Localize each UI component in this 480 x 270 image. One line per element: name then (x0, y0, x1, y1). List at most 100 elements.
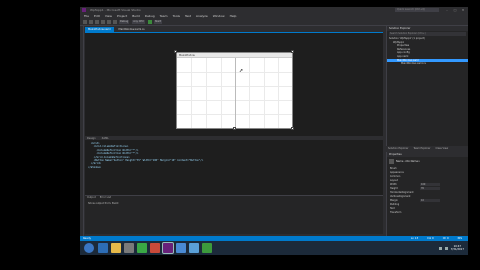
resize-handle[interactable] (233, 127, 236, 130)
file-explorer-icon[interactable] (111, 243, 121, 253)
property-key: Common (390, 174, 401, 178)
menu-team[interactable]: Team (160, 14, 168, 18)
taskbar: 10:47 7/31/2017 (80, 241, 468, 255)
save-icon[interactable] (107, 19, 111, 24)
system-tray: 10:47 7/31/2017 (438, 245, 468, 251)
chrome-icon[interactable] (137, 243, 147, 253)
tab-output[interactable]: Output (87, 196, 96, 200)
xaml-editor[interactable]: <Grid> <Grid.ColumnDefinitions> <ColumnD… (85, 140, 383, 195)
solution-tree: Solution 'WpfApp1' (1 project) WpfApp1 Pro… (387, 37, 468, 66)
menu-project[interactable]: Project (117, 14, 127, 18)
visual-studio-task-icon[interactable] (162, 242, 174, 254)
grid-line (249, 58, 250, 128)
property-key: Width (390, 182, 397, 186)
resize-handle[interactable] (291, 127, 294, 130)
menu-file[interactable]: File (84, 14, 89, 18)
back-icon[interactable] (83, 19, 87, 24)
element-type-icon (389, 159, 394, 164)
property-key: HorizontalAlignment (390, 190, 414, 194)
ie-icon[interactable] (98, 243, 108, 253)
grid-line (278, 58, 279, 128)
solution-explorer: Solution Explorer Search Solution Explor… (386, 26, 468, 146)
network-icon[interactable] (438, 246, 442, 250)
menu-analyze[interactable]: Analyze (196, 14, 208, 18)
menu-tools[interactable]: Tools (173, 14, 180, 18)
menu-view[interactable]: View (105, 14, 112, 18)
property-key: VerticalAlignment (390, 194, 411, 198)
window-title: WpfApp1 - Microsoft Visual Studio (90, 8, 141, 12)
forward-icon[interactable] (89, 19, 93, 24)
property-key: Transform (390, 210, 402, 214)
explorer-tabs: Solution Explorer Team Explorer Class Vi… (386, 146, 468, 151)
media-icon[interactable] (124, 243, 134, 253)
tab-solution-explorer[interactable]: Solution Explorer (386, 146, 408, 151)
clock[interactable]: 10:47 7/31/2017 (451, 245, 464, 251)
layout-grid[interactable] (177, 58, 292, 128)
menu-build[interactable]: Build (132, 14, 140, 18)
properties-name-value[interactable]: <No Name> (404, 160, 420, 163)
menu-edit[interactable]: Edit (94, 14, 100, 18)
property-key: Appearance (390, 170, 404, 174)
volume-icon[interactable] (444, 246, 448, 250)
property-list: Brush Appearance Common Layout Width 100 Heigh… (387, 166, 468, 214)
tab-class-view[interactable]: Class View (433, 146, 448, 151)
output-source[interactable]: Show output from: Build (85, 202, 383, 205)
properties-name-label: Name (396, 160, 404, 163)
clock-date: 7/31/2017 (450, 248, 464, 251)
start-button-icon[interactable] (84, 243, 94, 253)
resize-handle[interactable] (291, 50, 294, 53)
app-icon[interactable] (202, 243, 212, 253)
menu-window[interactable]: Window (213, 14, 225, 18)
app-icon[interactable] (150, 243, 160, 253)
visual-studio-icon (82, 8, 86, 12)
solution-item[interactable]: MainWindow.xaml.cs (387, 62, 468, 66)
design-surface[interactable]: MainWindow ➚ (85, 32, 383, 136)
platform-dropdown[interactable]: Any CPU (132, 19, 145, 24)
property-key: Height (390, 186, 398, 190)
status-ins: INS (457, 237, 462, 240)
desktop-screen: WpfApp1 - Microsoft Visual Studio Quick … (80, 7, 468, 255)
solution-explorer-title: Solution Explorer (387, 26, 468, 31)
grid-line (206, 58, 207, 128)
menu-test[interactable]: Test (185, 14, 191, 18)
open-icon[interactable] (101, 19, 105, 24)
column-splitter[interactable] (235, 58, 236, 128)
property-value[interactable]: 35 (420, 186, 440, 190)
toolbar: Debug Any CPU Start (80, 18, 468, 26)
tab-error-list[interactable]: Error List (100, 196, 111, 200)
status-line: Ln 13 (410, 237, 419, 240)
grid-line (191, 58, 192, 128)
designer-window[interactable]: MainWindow (176, 52, 293, 129)
property-key: Layout (390, 178, 398, 182)
quick-launch-input[interactable]: Quick Launch (Ctrl+Q) (395, 8, 439, 12)
grid-line (264, 58, 265, 128)
status-col: Col 9 (427, 237, 434, 240)
mouse-cursor-icon: ➚ (239, 68, 244, 74)
property-value[interactable]: 100 (420, 182, 440, 186)
app-icon[interactable] (189, 243, 199, 253)
start-button[interactable]: Start (153, 19, 162, 24)
property-value[interactable]: 10 (420, 198, 440, 202)
output-panel: Output Error List Show output from: Buil… (85, 195, 383, 234)
app-icon[interactable] (176, 243, 186, 253)
property-row[interactable]: Transform (387, 210, 468, 214)
property-key: Margin (390, 198, 398, 202)
start-icon[interactable] (147, 19, 152, 24)
solution-search-input[interactable]: Search Solution Explorer (Ctrl+;) (389, 32, 466, 36)
properties-panel: Properties Name <No Name> Brush Appearanc… (386, 152, 468, 236)
menu-debug[interactable]: Debug (145, 14, 155, 18)
undo-icon[interactable] (113, 19, 117, 24)
status-text: Ready (83, 237, 92, 240)
property-key: Brush (390, 166, 397, 170)
tab-team-explorer[interactable]: Team Explorer (411, 146, 430, 151)
menu-help[interactable]: Help (230, 14, 237, 18)
new-project-icon[interactable] (95, 19, 99, 24)
toolbox-strip[interactable] (80, 26, 84, 236)
grid-line (221, 58, 222, 128)
property-key: Padding (390, 202, 400, 206)
resize-handle[interactable] (174, 50, 177, 53)
configuration-dropdown[interactable]: Debug (119, 19, 130, 24)
property-key: Text (390, 206, 395, 210)
code-line: </Window> (88, 165, 101, 169)
status-ch: Ch 9 (442, 237, 449, 240)
